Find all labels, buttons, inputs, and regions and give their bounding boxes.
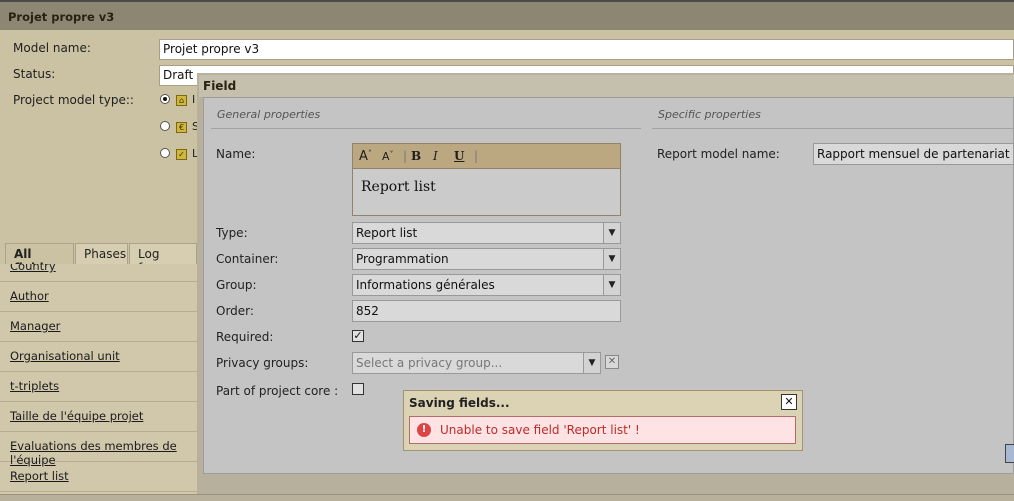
field-link[interactable]: Organisational unit — [10, 349, 120, 363]
chevron-down-icon[interactable]: ▼ — [583, 353, 600, 373]
fields-list: Country Author Manager Organisational un… — [0, 264, 197, 496]
bold-button[interactable]: B — [411, 149, 421, 163]
check-icon: ✓ — [176, 149, 187, 160]
font-decrease-button[interactable]: A˅ — [382, 150, 394, 163]
privacy-groups-select[interactable]: Select a privacy group... ▼ — [352, 352, 601, 374]
group-select[interactable]: Informations générales ▼ — [352, 274, 621, 296]
name-rich-text-area[interactable]: Report list — [352, 169, 621, 216]
toolbar-separator: | — [403, 149, 408, 163]
window-title-bar: Projet propre v3 — [0, 0, 1014, 30]
save-icon[interactable] — [1005, 444, 1014, 463]
italic-button[interactable]: I — [433, 149, 438, 163]
container-select[interactable]: Programmation ▼ — [352, 248, 621, 270]
list-item[interactable]: Organisational unit — [0, 342, 197, 372]
list-item[interactable]: Country — [0, 264, 197, 282]
order-label: Order: — [216, 304, 254, 318]
name-label: Name: — [216, 147, 256, 161]
report-model-name-select[interactable]: Rapport mensuel de partenariat loca — [813, 143, 1014, 165]
alert-title: Saving fields... — [409, 396, 510, 410]
type-option-1-letter: I — [192, 93, 196, 106]
field-link[interactable]: Manager — [10, 319, 60, 333]
clear-icon[interactable]: ✕ — [605, 355, 619, 369]
part-of-core-checkbox[interactable] — [352, 383, 364, 395]
general-properties-title: General properties — [217, 108, 321, 121]
project-model-type-label: Project model type:: — [13, 93, 134, 107]
list-item[interactable]: Manager — [0, 312, 197, 342]
bottom-scrollbar[interactable] — [0, 494, 1014, 501]
status-label: Status: — [13, 67, 56, 81]
chevron-down-icon[interactable]: ▼ — [603, 275, 620, 295]
toolbar-separator: | — [474, 149, 479, 163]
tab-log-frame[interactable]: Log frame — [129, 243, 197, 275]
tab-all-fields[interactable]: All fields — [5, 243, 74, 275]
field-dialog-title-bar[interactable]: Field — [199, 75, 1014, 97]
error-icon: ! — [417, 423, 431, 437]
close-icon[interactable]: ✕ — [781, 394, 797, 410]
required-label: Required: — [216, 330, 274, 344]
list-item[interactable]: Taille de l'équipe projet — [0, 402, 197, 432]
type-select[interactable]: Report list ▼ — [352, 222, 621, 244]
list-item[interactable]: t-triplets — [0, 372, 197, 402]
order-input[interactable]: 852 — [352, 300, 621, 322]
tab-phases[interactable]: Phases — [75, 243, 128, 264]
field-link[interactable]: Country — [10, 264, 56, 273]
field-link[interactable]: t-triplets — [10, 379, 59, 393]
part-of-core-label: Part of project core : — [216, 384, 339, 398]
group-label: Group: — [216, 278, 257, 292]
name-text: Report list — [361, 179, 436, 195]
list-item[interactable]: Author — [0, 282, 197, 312]
underline-button[interactable]: U — [454, 149, 464, 163]
chevron-down-icon[interactable]: ▼ — [603, 223, 620, 243]
specific-properties-title: Specific properties — [658, 108, 761, 121]
type-label: Type: — [216, 226, 248, 240]
list-item[interactable]: Report list — [0, 462, 197, 492]
chevron-down-icon[interactable]: ▼ — [603, 249, 620, 269]
section-divider — [211, 128, 641, 129]
field-link[interactable]: Report list — [10, 469, 69, 483]
report-model-name-label: Report model name: — [657, 147, 780, 161]
font-increase-button[interactable]: A˄ — [359, 149, 372, 164]
model-name-label: Model name: — [13, 41, 91, 55]
window-title: Projet propre v3 — [8, 10, 115, 24]
s-icon: € — [176, 122, 187, 133]
field-link[interactable]: Taille de l'équipe projet — [10, 409, 143, 423]
section-divider — [652, 128, 1014, 129]
field-dialog-title: Field — [203, 79, 237, 93]
type-radio-3[interactable] — [160, 148, 170, 158]
privacy-groups-label: Privacy groups: — [216, 356, 309, 370]
alert-message: Unable to save field 'Report list' ! — [440, 423, 640, 437]
required-checkbox[interactable]: ✓ — [352, 330, 364, 342]
rich-text-toolbar: A˄ A˅ | B I U | — [352, 143, 621, 169]
type-radio-1[interactable] — [160, 94, 170, 104]
field-link[interactable]: Author — [10, 289, 49, 303]
home-icon: ⌂ — [176, 95, 187, 106]
type-radio-2[interactable] — [160, 121, 170, 131]
list-item[interactable]: Evaluations des membres de l'équipe — [0, 432, 197, 467]
container-label: Container: — [216, 252, 279, 266]
model-name-input[interactable]: Projet propre v3 — [159, 39, 1014, 60]
